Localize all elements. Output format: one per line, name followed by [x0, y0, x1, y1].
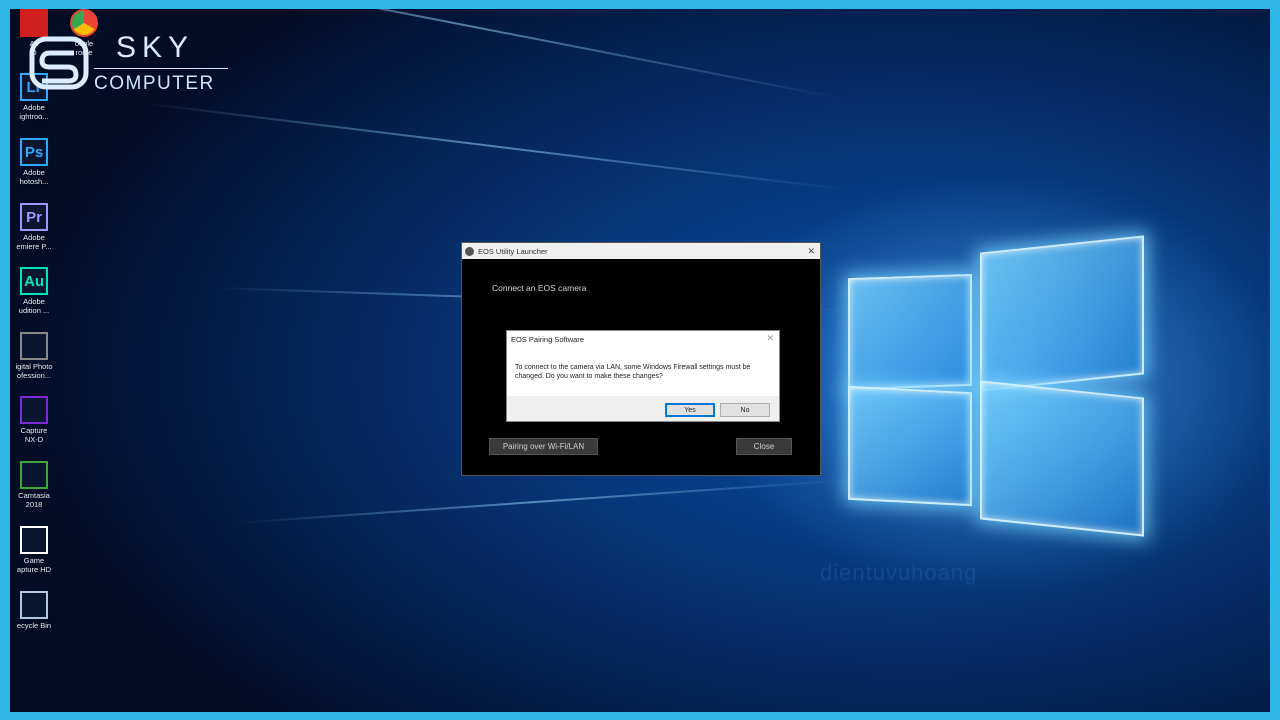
camtasia-shortcut[interactable]: Camtasia 2018: [12, 461, 56, 509]
shortcut-label: Adobe udition ...: [18, 297, 50, 315]
dialog-close-icon[interactable]: ✕: [766, 333, 774, 344]
eos-app-icon: [465, 246, 474, 256]
pairing-wifi-button[interactable]: Pairing over Wi-Fi/LAN: [489, 438, 598, 455]
pairing-dialog: EOS Pairing Software ✕ To connect to the…: [506, 330, 780, 422]
game-capture-icon: [20, 526, 48, 554]
nikon-capture-icon: [20, 396, 48, 424]
no-button[interactable]: No: [720, 403, 770, 417]
audition-shortcut[interactable]: Au Adobe udition ...: [12, 267, 56, 315]
shortcut-label: Adobe emiere P...: [16, 233, 52, 251]
brand-logo: SKY COMPUTER: [28, 31, 238, 101]
game-capture-shortcut[interactable]: Game apture HD: [12, 526, 56, 574]
launcher-title: EOS Utility Launcher: [478, 246, 548, 256]
windows-logo: [840, 234, 1150, 537]
audition-icon: Au: [20, 267, 48, 295]
light-ray: [135, 101, 851, 191]
recycle-bin-icon: [20, 591, 48, 619]
shortcut-label: Adobe ightroo...: [19, 103, 49, 121]
brand-name: SKY: [116, 31, 195, 64]
dialog-footer: Yes No: [507, 396, 779, 421]
premiere-shortcut[interactable]: Pr Adobe emiere P...: [12, 203, 56, 251]
watermark: dientuvuhoang: [820, 560, 978, 585]
shortcut-label: Adobe hotosh...: [19, 168, 49, 186]
digital-photo-shortcut[interactable]: igital Photo ofession...: [12, 332, 56, 380]
dialog-title: EOS Pairing Software: [511, 335, 584, 344]
yes-button[interactable]: Yes: [665, 403, 715, 417]
brand-sub: COMPUTER: [94, 73, 215, 94]
shortcut-label: igital Photo ofession...: [15, 362, 53, 380]
light-ray: [231, 479, 851, 525]
recycle-bin-shortcut[interactable]: ecycle Bin: [12, 591, 56, 630]
shortcut-label: Camtasia 2018: [18, 491, 50, 509]
camtasia-icon: [20, 461, 48, 489]
connect-message: Connect an EOS camera: [492, 283, 587, 293]
premiere-icon: Pr: [20, 203, 48, 231]
close-icon[interactable]: ✕: [807, 246, 815, 257]
digital-photo-icon: [20, 332, 48, 360]
shortcut-label: Capture NX-D: [20, 426, 48, 444]
launcher-close-button[interactable]: Close: [736, 438, 792, 455]
photoshop-shortcut[interactable]: Ps Adobe hotosh...: [12, 138, 56, 186]
photoshop-icon: Ps: [20, 138, 48, 166]
launcher-title-bar[interactable]: EOS Utility Launcher ✕: [462, 243, 820, 259]
dialog-message: To connect to the camera via LAN, some W…: [515, 364, 751, 380]
desktop: dientuvuhoang Ac Doogle rome Lr Adobe ight…: [10, 9, 1270, 712]
shortcut-label: ecycle Bin: [16, 621, 52, 630]
sky-logo-icon: [29, 36, 89, 90]
nikon-capture-shortcut[interactable]: Capture NX-D: [12, 396, 56, 444]
shortcut-label: Game apture HD: [16, 556, 52, 574]
